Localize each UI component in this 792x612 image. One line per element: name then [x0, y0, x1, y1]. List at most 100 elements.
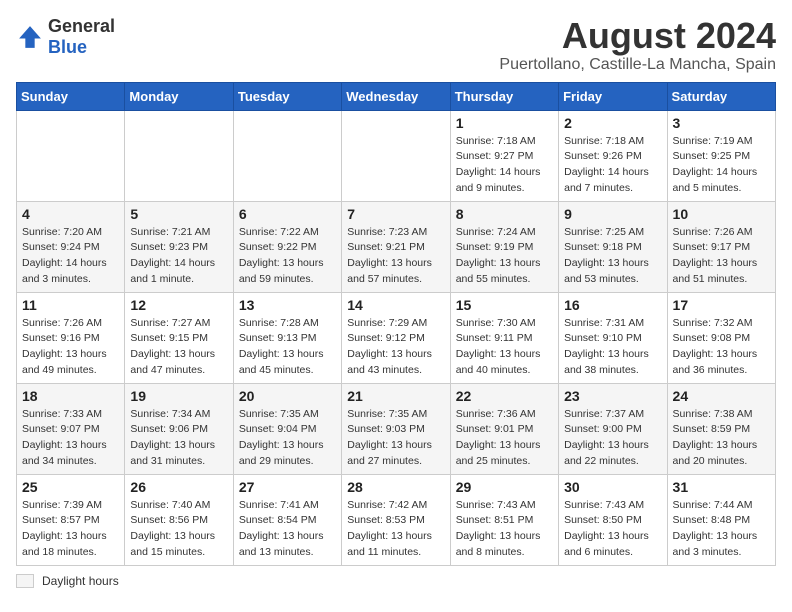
calendar-cell: 4 Sunrise: 7:20 AM Sunset: 9:24 PM Daylig…	[17, 201, 125, 292]
calendar-day-header: Monday	[125, 82, 233, 110]
title-block: August 2024 Puertollano, Castille-La Man…	[499, 16, 776, 74]
day-number: 8	[456, 206, 553, 222]
calendar-cell: 30Sunrise: 7:43 AM Sunset: 8:50 PM Dayli…	[559, 474, 667, 565]
day-info: Sunrise: 7:33 AM Sunset: 9:07 PM Dayligh…	[22, 407, 119, 470]
calendar-cell: 21 Sunrise: 7:35 AM Sunset: 9:03 PM Dayli…	[342, 383, 450, 474]
day-info: Sunrise: 7:21 AM Sunset: 9:23 PM Dayligh…	[130, 225, 227, 288]
day-number: 14	[347, 297, 444, 313]
logo-blue: Blue	[48, 37, 87, 57]
calendar-cell: 24Sunrise: 7:38 AM Sunset: 8:59 PM Dayli…	[667, 383, 775, 474]
day-number: 19	[130, 388, 227, 404]
day-number: 4	[22, 206, 119, 222]
day-info: Sunrise: 7:25 AM Sunset: 9:18 PM Dayligh…	[564, 225, 661, 288]
calendar-cell: 2 Sunrise: 7:18 AM Sunset: 9:26 PM Daylig…	[559, 110, 667, 201]
calendar-cell: 31 Sunrise: 7:44 AM Sunset: 8:48 PM Dayli…	[667, 474, 775, 565]
day-number: 29	[456, 479, 553, 495]
day-number: 9	[564, 206, 661, 222]
calendar-cell: 10Sunrise: 7:26 AM Sunset: 9:17 PM Dayli…	[667, 201, 775, 292]
day-number: 21	[347, 388, 444, 404]
calendar-cell: 8 Sunrise: 7:24 AM Sunset: 9:19 PM Daylig…	[450, 201, 558, 292]
calendar-day-header: Wednesday	[342, 82, 450, 110]
day-info: Sunrise: 7:28 AM Sunset: 9:13 PM Dayligh…	[239, 316, 336, 379]
calendar-cell: 15 Sunrise: 7:30 AM Sunset: 9:11 PM Dayli…	[450, 292, 558, 383]
calendar-cell	[125, 110, 233, 201]
day-number: 28	[347, 479, 444, 495]
calendar-cell: 1Sunrise: 7:18 AM Sunset: 9:27 PM Daylig…	[450, 110, 558, 201]
day-info: Sunrise: 7:18 AM Sunset: 9:26 PM Dayligh…	[564, 134, 661, 197]
calendar-cell	[233, 110, 341, 201]
day-info: Sunrise: 7:18 AM Sunset: 9:27 PM Dayligh…	[456, 134, 553, 197]
calendar-cell: 17 Sunrise: 7:32 AM Sunset: 9:08 PM Dayli…	[667, 292, 775, 383]
day-info: Sunrise: 7:35 AM Sunset: 9:03 PM Dayligh…	[347, 407, 444, 470]
day-number: 3	[673, 115, 770, 131]
legend-box	[16, 574, 34, 588]
calendar-day-header: Tuesday	[233, 82, 341, 110]
day-info: Sunrise: 7:42 AM Sunset: 8:53 PM Dayligh…	[347, 498, 444, 561]
day-info: Sunrise: 7:27 AM Sunset: 9:15 PM Dayligh…	[130, 316, 227, 379]
day-info: Sunrise: 7:32 AM Sunset: 9:08 PM Dayligh…	[673, 316, 770, 379]
logo: General Blue	[16, 16, 115, 58]
page-header: General Blue August 2024 Puertollano, Ca…	[16, 16, 776, 74]
calendar-cell	[342, 110, 450, 201]
calendar-day-header: Thursday	[450, 82, 558, 110]
day-info: Sunrise: 7:36 AM Sunset: 9:01 PM Dayligh…	[456, 407, 553, 470]
day-number: 24	[673, 388, 770, 404]
day-info: Sunrise: 7:39 AM Sunset: 8:57 PM Dayligh…	[22, 498, 119, 561]
day-number: 23	[564, 388, 661, 404]
calendar-week-row: 25 Sunrise: 7:39 AM Sunset: 8:57 PM Dayli…	[17, 474, 776, 565]
day-number: 25	[22, 479, 119, 495]
calendar-cell: 25 Sunrise: 7:39 AM Sunset: 8:57 PM Dayli…	[17, 474, 125, 565]
day-number: 18	[22, 388, 119, 404]
day-info: Sunrise: 7:43 AM Sunset: 8:50 PM Dayligh…	[564, 498, 661, 561]
calendar-cell: 6Sunrise: 7:22 AM Sunset: 9:22 PM Daylig…	[233, 201, 341, 292]
calendar-cell: 11Sunrise: 7:26 AM Sunset: 9:16 PM Dayli…	[17, 292, 125, 383]
calendar-header-row: SundayMondayTuesdayWednesdayThursdayFrid…	[17, 82, 776, 110]
day-info: Sunrise: 7:31 AM Sunset: 9:10 PM Dayligh…	[564, 316, 661, 379]
calendar-cell: 14 Sunrise: 7:29 AM Sunset: 9:12 PM Dayli…	[342, 292, 450, 383]
day-number: 2	[564, 115, 661, 131]
day-number: 16	[564, 297, 661, 313]
day-info: Sunrise: 7:43 AM Sunset: 8:51 PM Dayligh…	[456, 498, 553, 561]
calendar-week-row: 11Sunrise: 7:26 AM Sunset: 9:16 PM Dayli…	[17, 292, 776, 383]
calendar-week-row: 1Sunrise: 7:18 AM Sunset: 9:27 PM Daylig…	[17, 110, 776, 201]
day-info: Sunrise: 7:19 AM Sunset: 9:25 PM Dayligh…	[673, 134, 770, 197]
day-number: 10	[673, 206, 770, 222]
day-number: 7	[347, 206, 444, 222]
calendar-cell: 7Sunrise: 7:23 AM Sunset: 9:21 PM Daylig…	[342, 201, 450, 292]
day-number: 26	[130, 479, 227, 495]
calendar-cell: 12 Sunrise: 7:27 AM Sunset: 9:15 PM Dayli…	[125, 292, 233, 383]
day-info: Sunrise: 7:44 AM Sunset: 8:48 PM Dayligh…	[673, 498, 770, 561]
day-info: Sunrise: 7:20 AM Sunset: 9:24 PM Dayligh…	[22, 225, 119, 288]
calendar-cell: 29 Sunrise: 7:43 AM Sunset: 8:51 PM Dayli…	[450, 474, 558, 565]
day-number: 12	[130, 297, 227, 313]
calendar-week-row: 18 Sunrise: 7:33 AM Sunset: 9:07 PM Dayli…	[17, 383, 776, 474]
day-info: Sunrise: 7:26 AM Sunset: 9:16 PM Dayligh…	[22, 316, 119, 379]
calendar-cell: 9 Sunrise: 7:25 AM Sunset: 9:18 PM Daylig…	[559, 201, 667, 292]
legend-label: Daylight hours	[42, 574, 119, 588]
logo-general: General	[48, 16, 115, 36]
calendar-week-row: 4 Sunrise: 7:20 AM Sunset: 9:24 PM Daylig…	[17, 201, 776, 292]
day-number: 31	[673, 479, 770, 495]
calendar-cell: 16 Sunrise: 7:31 AM Sunset: 9:10 PM Dayli…	[559, 292, 667, 383]
logo-icon	[16, 23, 44, 51]
calendar-cell: 18 Sunrise: 7:33 AM Sunset: 9:07 PM Dayli…	[17, 383, 125, 474]
day-number: 13	[239, 297, 336, 313]
calendar-cell: 13 Sunrise: 7:28 AM Sunset: 9:13 PM Dayli…	[233, 292, 341, 383]
calendar-cell: 28 Sunrise: 7:42 AM Sunset: 8:53 PM Dayli…	[342, 474, 450, 565]
day-info: Sunrise: 7:29 AM Sunset: 9:12 PM Dayligh…	[347, 316, 444, 379]
calendar-day-header: Friday	[559, 82, 667, 110]
day-info: Sunrise: 7:35 AM Sunset: 9:04 PM Dayligh…	[239, 407, 336, 470]
day-number: 20	[239, 388, 336, 404]
day-number: 27	[239, 479, 336, 495]
day-info: Sunrise: 7:30 AM Sunset: 9:11 PM Dayligh…	[456, 316, 553, 379]
calendar-day-header: Saturday	[667, 82, 775, 110]
day-number: 15	[456, 297, 553, 313]
calendar-cell: 23Sunrise: 7:37 AM Sunset: 9:00 PM Dayli…	[559, 383, 667, 474]
calendar-day-header: Sunday	[17, 82, 125, 110]
calendar-cell: 26Sunrise: 7:40 AM Sunset: 8:56 PM Dayli…	[125, 474, 233, 565]
day-number: 22	[456, 388, 553, 404]
main-title: August 2024	[499, 16, 776, 56]
day-number: 17	[673, 297, 770, 313]
calendar-cell: 3 Sunrise: 7:19 AM Sunset: 9:25 PM Daylig…	[667, 110, 775, 201]
day-info: Sunrise: 7:24 AM Sunset: 9:19 PM Dayligh…	[456, 225, 553, 288]
